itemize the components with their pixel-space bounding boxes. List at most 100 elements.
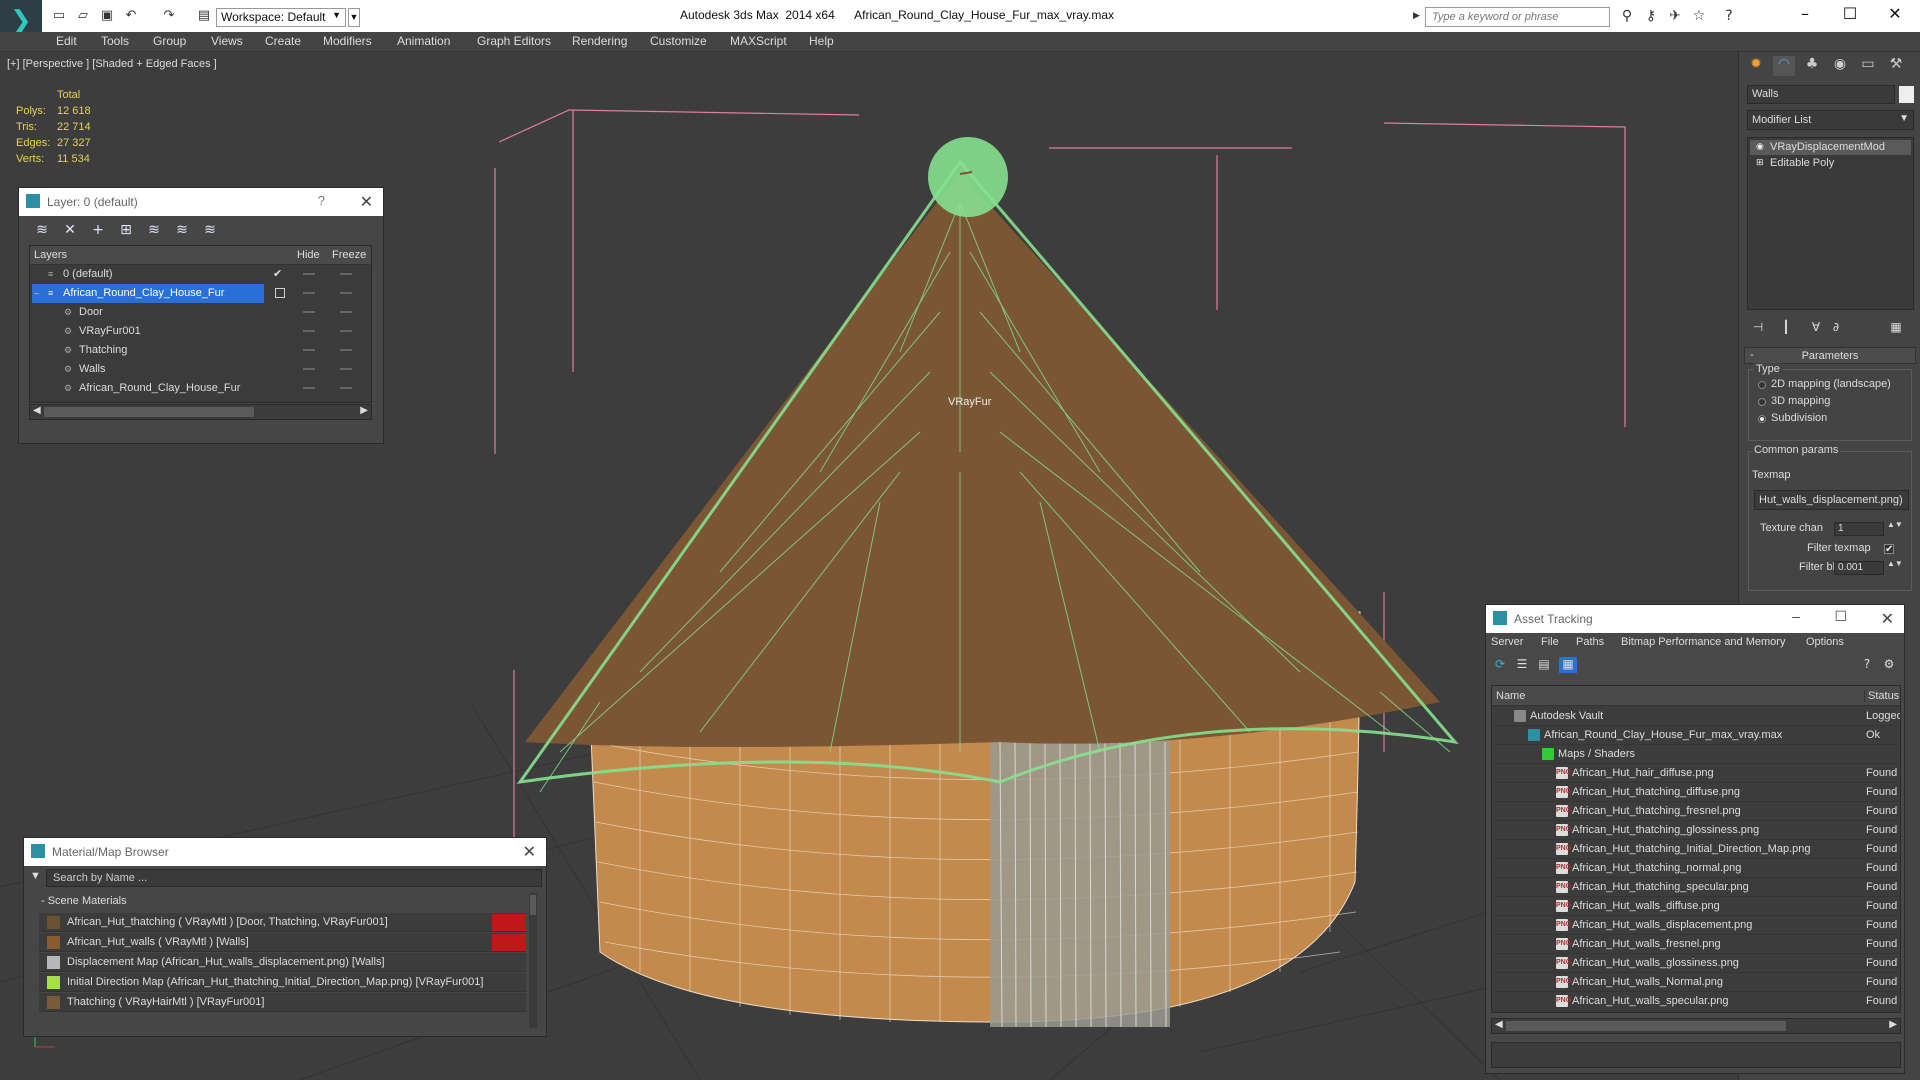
modifier-list-dropdown[interactable]: Modifier List ▼ bbox=[1747, 110, 1914, 130]
stack-item-editable-poly[interactable]: ⊞ Editable Poly bbox=[1750, 156, 1911, 171]
hide-toggle[interactable] bbox=[303, 330, 315, 332]
menu-server[interactable]: Server bbox=[1491, 636, 1523, 648]
highlight-layer-icon[interactable]: ≋ bbox=[143, 222, 165, 240]
menu-group[interactable]: Group bbox=[153, 34, 186, 48]
scene-materials-group[interactable]: - Scene Materials bbox=[29, 893, 529, 909]
scrollbar-thumb[interactable] bbox=[530, 895, 536, 915]
asset-row[interactable]: PNG African_Hut_thatching_Initial_Directi… bbox=[1492, 840, 1900, 859]
add-to-layer-icon[interactable]: + bbox=[87, 222, 109, 240]
asset-horizontal-scrollbar[interactable]: ◀ ▶ bbox=[1491, 1018, 1901, 1034]
help-icon[interactable]: ? bbox=[1720, 8, 1738, 24]
menu-edit[interactable]: Edit bbox=[56, 34, 77, 48]
thumbnail-view-icon[interactable]: ▤ bbox=[1535, 657, 1553, 673]
scroll-right-icon[interactable]: ▶ bbox=[360, 405, 368, 416]
hide-toggle[interactable] bbox=[303, 273, 315, 275]
asset-path-field[interactable] bbox=[1491, 1042, 1901, 1068]
texture-chan-spinner[interactable]: 1 bbox=[1834, 522, 1884, 536]
radio-2d-mapping[interactable] bbox=[1758, 381, 1766, 389]
hide-toggle[interactable] bbox=[303, 311, 315, 313]
save-icon[interactable]: ▣ bbox=[98, 8, 116, 24]
asset-row[interactable]: PNG African_Hut_walls_Normal.png Found bbox=[1492, 973, 1900, 992]
search-input[interactable]: Type a keyword or phrase bbox=[1425, 7, 1610, 27]
refresh-icon[interactable]: ⟳ bbox=[1491, 657, 1509, 673]
settings-icon[interactable]: ⚙ bbox=[1880, 657, 1898, 673]
redo-icon[interactable]: ↷ bbox=[160, 8, 178, 24]
object-color-swatch[interactable] bbox=[1899, 86, 1914, 103]
undo-icon[interactable]: ↶ bbox=[122, 8, 140, 24]
asset-row[interactable]: PNG African_Hut_thatching_glossiness.png F… bbox=[1492, 821, 1900, 840]
configure-sets-icon[interactable]: ▦ bbox=[1887, 320, 1905, 336]
layer-row[interactable]: ≡ 0 (default) ✔ bbox=[30, 265, 373, 284]
select-objects-icon[interactable]: ⊞ bbox=[115, 222, 137, 240]
freeze-toggle[interactable] bbox=[340, 311, 352, 313]
layer-window-titlebar[interactable]: Layer: 0 (default) ? ✕ bbox=[19, 188, 383, 216]
hierarchy-tab-icon[interactable]: ♣ bbox=[1801, 56, 1823, 76]
table-view-icon[interactable]: ▦ bbox=[1559, 657, 1577, 673]
menu-bitmap-performance[interactable]: Bitmap Performance and Memory bbox=[1621, 636, 1785, 648]
material-list-scrollbar[interactable] bbox=[529, 893, 537, 1028]
modify-tab-icon[interactable]: ◠ bbox=[1773, 56, 1795, 76]
asset-row[interactable]: PNG African_Hut_walls_diffuse.png Found bbox=[1492, 897, 1900, 916]
freeze-toggle[interactable] bbox=[340, 368, 352, 370]
freeze-toggle[interactable] bbox=[340, 330, 352, 332]
delete-layer-icon[interactable]: ✕ bbox=[59, 222, 81, 240]
asset-row[interactable]: PNG African_Hut_walls_specular.png Found bbox=[1492, 992, 1900, 1011]
workspace-dropdown[interactable]: Workspace: Default ▼ bbox=[216, 8, 346, 27]
asset-row[interactable]: PNG African_Hut_thatching_specular.png Fou… bbox=[1492, 878, 1900, 897]
material-item[interactable]: African_Hut_walls ( VRayMtl ) [Walls] bbox=[39, 933, 526, 952]
active-checkbox[interactable] bbox=[275, 288, 285, 298]
show-end-result-icon[interactable]: ┃ bbox=[1777, 320, 1795, 336]
freeze-all-icon[interactable]: ≋ bbox=[199, 222, 221, 240]
menu-create[interactable]: Create bbox=[265, 34, 301, 48]
scroll-right-icon[interactable]: ▶ bbox=[1889, 1019, 1897, 1030]
close-icon[interactable]: ✕ bbox=[360, 192, 373, 211]
viewport-label[interactable]: [+] [Perspective ] [Shaded + Edged Faces… bbox=[7, 58, 217, 70]
lightbulb-icon[interactable]: ◉ bbox=[1756, 141, 1764, 152]
display-tab-icon[interactable]: ▭ bbox=[1857, 56, 1879, 76]
menu-customize[interactable]: Customize bbox=[650, 34, 707, 48]
material-item[interactable]: Displacement Map (African_Hut_walls_disp… bbox=[39, 953, 526, 972]
open-file-icon[interactable]: ▱ bbox=[74, 8, 92, 24]
material-browser-titlebar[interactable]: Material/Map Browser ✕ bbox=[24, 838, 546, 866]
pin-stack-icon[interactable]: ⊣ bbox=[1749, 320, 1767, 336]
stack-item-vraydisplacement[interactable]: ◉ VRayDisplacementMod bbox=[1750, 140, 1911, 155]
menu-paths[interactable]: Paths bbox=[1576, 636, 1604, 648]
binoculars-icon[interactable]: ⚲ bbox=[1618, 8, 1636, 24]
options-chevron-icon[interactable]: ▼ bbox=[30, 870, 41, 882]
motion-tab-icon[interactable]: ◉ bbox=[1829, 56, 1851, 76]
menu-help[interactable]: Help bbox=[809, 34, 834, 48]
close-icon[interactable]: ✕ bbox=[1881, 609, 1894, 628]
freeze-toggle[interactable] bbox=[340, 273, 352, 275]
menu-animation[interactable]: Animation bbox=[397, 34, 450, 48]
communication-icon[interactable]: ✈ bbox=[1666, 8, 1684, 24]
spinner-arrows-icon[interactable]: ▲▼ bbox=[1887, 520, 1903, 529]
maximize-button[interactable]: ☐ bbox=[1830, 4, 1870, 26]
close-icon[interactable]: ✕ bbox=[523, 842, 536, 861]
freeze-toggle[interactable] bbox=[340, 387, 352, 389]
hide-all-icon[interactable]: ≋ bbox=[171, 222, 193, 240]
menu-graph-editors[interactable]: Graph Editors bbox=[477, 34, 551, 48]
radio-3d-mapping[interactable] bbox=[1758, 398, 1766, 406]
utilities-tab-icon[interactable]: ⚒ bbox=[1885, 56, 1907, 76]
menu-tools[interactable]: Tools bbox=[101, 34, 129, 48]
create-layer-icon[interactable]: ≋ bbox=[31, 222, 53, 240]
minimize-icon[interactable]: – bbox=[1792, 608, 1800, 624]
remove-modifier-icon[interactable]: ∂ bbox=[1827, 320, 1845, 336]
help-icon[interactable]: ? bbox=[1858, 657, 1876, 673]
col-freeze[interactable]: Freeze bbox=[332, 249, 366, 261]
layer-object-row[interactable]: ⚙ African_Round_Clay_House_Fur bbox=[30, 379, 373, 398]
col-layers[interactable]: Layers bbox=[34, 249, 67, 261]
subscription-icon[interactable]: ⚷ bbox=[1642, 8, 1660, 24]
menu-rendering[interactable]: Rendering bbox=[572, 34, 627, 48]
layer-object-row[interactable]: ⚙ Thatching bbox=[30, 341, 373, 360]
asset-row[interactable]: PNG African_Hut_walls_glossiness.png Found bbox=[1492, 954, 1900, 973]
asset-row[interactable]: PNG African_Hut_hair_diffuse.png Found bbox=[1492, 764, 1900, 783]
menu-modifiers[interactable]: Modifiers bbox=[323, 34, 372, 48]
layer-row-selected[interactable]: – ≡ African_Round_Clay_House_Fur bbox=[30, 284, 373, 303]
asset-row[interactable]: African_Round_Clay_House_Fur_max_vray.ma… bbox=[1492, 726, 1900, 745]
material-item[interactable]: Thatching ( VRayHairMtl ) [VRayFur001] bbox=[39, 993, 526, 1012]
search-expand-icon[interactable]: ▶ bbox=[1413, 10, 1420, 21]
layer-object-row[interactable]: ⚙ Door bbox=[30, 303, 373, 322]
hide-toggle[interactable] bbox=[303, 368, 315, 370]
layer-object-row[interactable]: ⚙ Walls bbox=[30, 360, 373, 379]
